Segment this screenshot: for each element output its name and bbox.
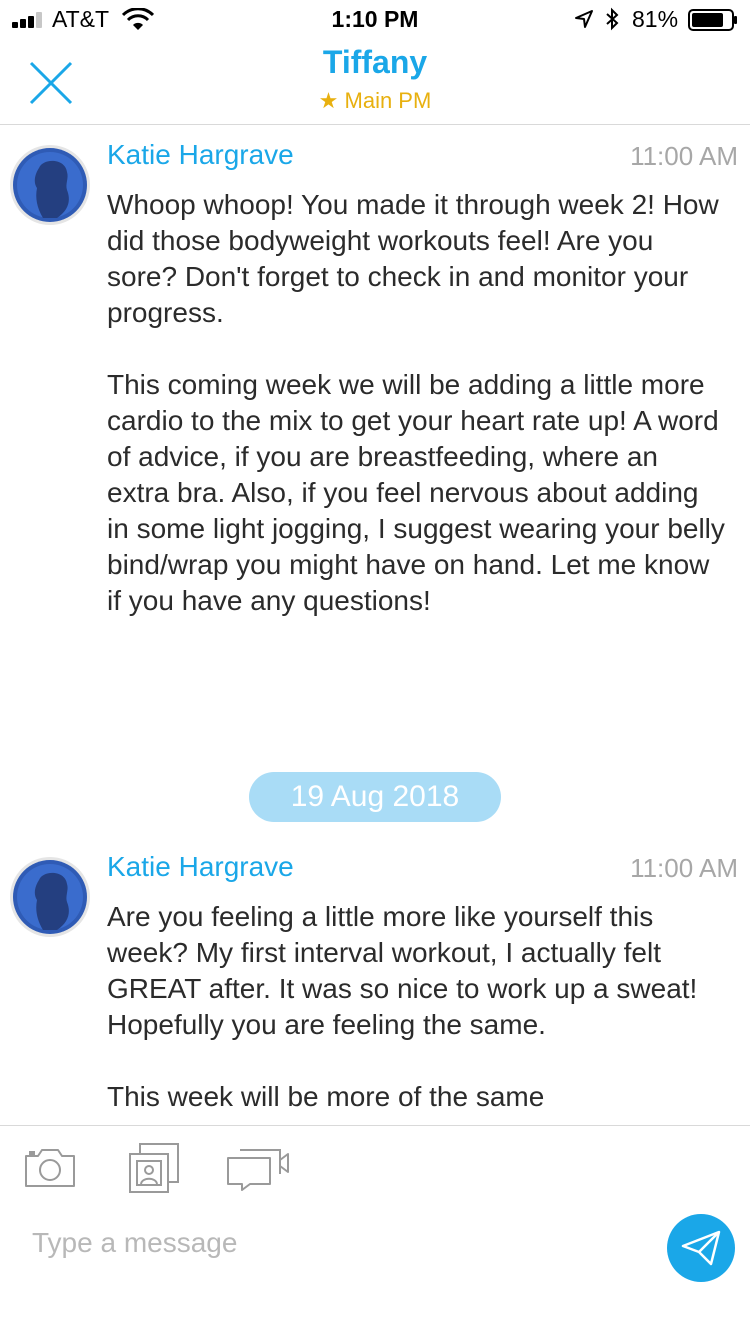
camera-icon[interactable] [22,1142,78,1190]
message-list[interactable]: Katie Hargrave 11:00 AM Whoop whoop! You… [0,125,750,1125]
send-icon [681,1230,721,1266]
avatar-silhouette-icon [13,148,87,222]
photo-library-icon[interactable] [128,1142,180,1194]
sender-name[interactable]: Katie Hargrave [107,851,294,883]
conversation-title: Tiffany [322,44,428,80]
avatar[interactable] [10,857,90,937]
message-time: 11:00 AM [630,141,738,171]
conversation-subtitle: ★ Main PM [318,88,432,113]
status-bar: AT&T 1:10 PM 81% [0,0,750,40]
battery-percentage: 81% [632,6,679,32]
message-composer [0,1125,750,1335]
avatar-silhouette-icon [13,860,87,934]
message-text: Are you feeling a little more like yours… [107,901,698,1112]
date-separator: 19 Aug 2018 [249,772,501,822]
send-button[interactable] [667,1214,735,1282]
sender-name[interactable]: Katie Hargrave [107,139,294,171]
battery-icon [688,9,737,31]
avatar[interactable] [10,145,90,225]
message-time: 11:00 AM [630,853,738,883]
message-text: Whoop whoop! You made it through week 2!… [107,189,725,616]
bluetooth-icon [606,7,619,31]
message-input[interactable] [30,1222,634,1264]
video-icon[interactable] [226,1142,292,1192]
location-icon [575,10,593,28]
conversation-header: Tiffany ★ Main PM [0,40,750,125]
